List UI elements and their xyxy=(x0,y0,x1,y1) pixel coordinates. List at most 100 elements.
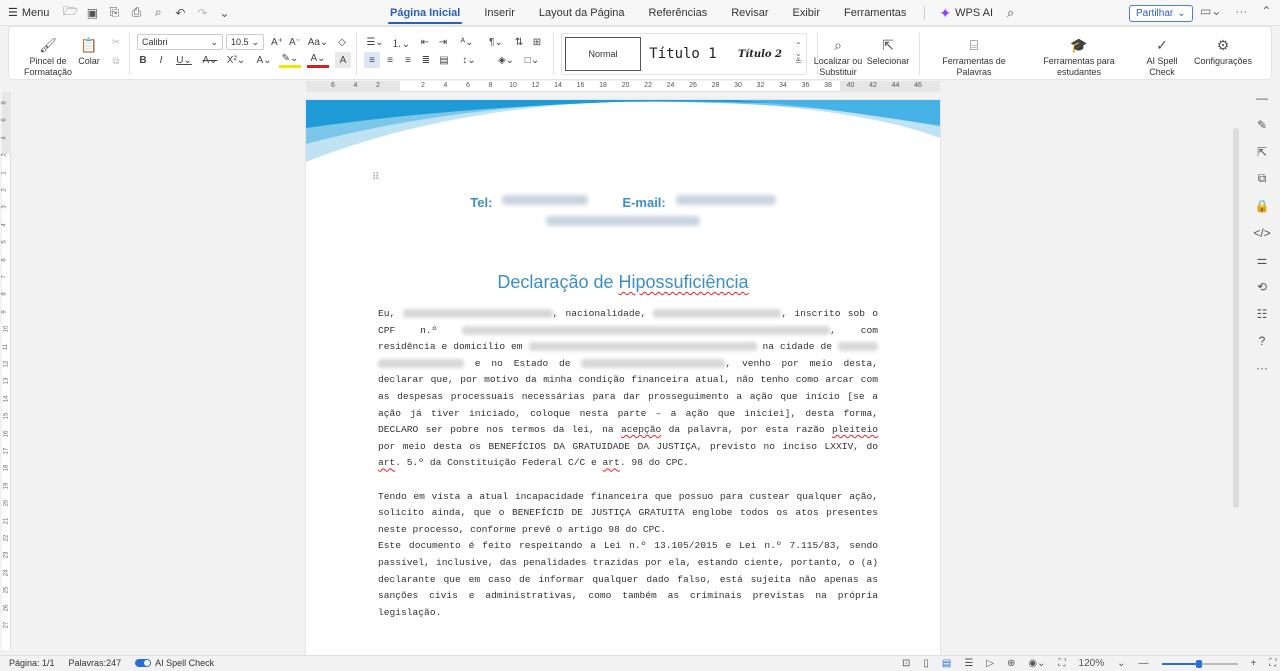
tab-view[interactable]: Exibir xyxy=(781,0,833,26)
zoom-value[interactable]: 120% xyxy=(1079,658,1105,669)
tab-references[interactable]: Referências xyxy=(637,0,720,26)
lock-icon[interactable]: 🔒 xyxy=(1252,196,1272,215)
paragraph-marks-icon[interactable]: ¶⌄ xyxy=(485,34,507,50)
sliders-icon[interactable]: ⚌ xyxy=(1252,250,1272,269)
scrollbar-thumb[interactable] xyxy=(1233,128,1239,508)
style-normal[interactable]: Normal xyxy=(565,37,641,71)
find-replace-button[interactable]: ⌕ Localizar ou Substituir xyxy=(813,36,863,78)
zoom-slider[interactable] xyxy=(1161,659,1238,668)
select-button[interactable]: ⇱ Selecionar xyxy=(863,36,913,67)
format-painter-button[interactable]: 🖌 Pincel de Formatação xyxy=(23,36,73,78)
zoom-out-icon[interactable]: — xyxy=(1139,658,1149,669)
underline-icon[interactable]: U⌄ xyxy=(173,52,195,68)
collapse-ribbon-icon[interactable]: ⌃ xyxy=(1261,4,1271,18)
zoom-in-icon[interactable]: + xyxy=(1251,658,1257,669)
line-spacing-icon[interactable]: ↕⌄ xyxy=(458,52,480,68)
paste-button[interactable]: 📋 Colar xyxy=(73,36,105,67)
sort-icon[interactable]: ⇅ xyxy=(511,34,527,50)
style-title-1[interactable]: Título 1 xyxy=(641,46,725,62)
code-icon[interactable]: </> xyxy=(1252,223,1272,242)
styles-scroll-icon[interactable]: ⌃ ⌄ ≚ xyxy=(795,42,802,66)
comment-icon[interactable]: ▭⌄ xyxy=(1200,4,1221,18)
font-color-icon[interactable]: A⌄ xyxy=(307,52,329,68)
focus-mode-icon[interactable]: ⊡ xyxy=(902,658,910,669)
menu-button[interactable]: ☰ Menu xyxy=(0,0,57,26)
redo-icon[interactable]: ↷ xyxy=(193,4,211,22)
vertical-ruler[interactable]: 8 6 4 2 1 2 3 4 5 6 7 8 9 10 11 12 13 14 15 16 17 18 19 20 21 22 2… xyxy=(2,92,11,650)
distributed-icon[interactable]: ▤ xyxy=(436,52,452,68)
bold-icon[interactable]: B xyxy=(135,52,151,68)
borders-icon[interactable]: □⌄ xyxy=(521,52,543,68)
minimize-icon[interactable]: — xyxy=(1252,88,1272,107)
drag-handle-icon[interactable]: ⠿ xyxy=(372,172,379,183)
horizontal-ruler[interactable]: 6 4 2 2 4 6 8 10 12 14 16 18 20 22 24 26 28 30 32 34 36 38 40 4… xyxy=(306,81,940,92)
align-center-icon[interactable]: ≡ xyxy=(382,52,398,68)
pen-icon[interactable]: ✎ xyxy=(1252,115,1272,134)
layers-icon[interactable]: ☷ xyxy=(1252,304,1272,323)
clip-icon[interactable]: ⧉ xyxy=(1252,169,1272,188)
superscript-icon[interactable]: X²⌄ xyxy=(225,52,247,68)
fit-page-icon[interactable]: ⛶ xyxy=(1059,658,1066,669)
clear-format-icon[interactable]: ◇ xyxy=(334,34,350,50)
strikethrough-icon[interactable]: A⌄ xyxy=(199,52,221,68)
undo-icon[interactable]: ↶ xyxy=(171,4,189,22)
shrink-font-icon[interactable]: A⁻ xyxy=(287,34,303,50)
open-folder-icon[interactable]: 🗁 xyxy=(61,4,79,22)
justify-icon[interactable]: ≣ xyxy=(418,52,434,68)
student-tools-button[interactable]: 🎓 Ferramentas para estudantes xyxy=(1027,36,1131,78)
print-icon[interactable]: ⎙ xyxy=(127,4,145,22)
tab-page-layout[interactable]: Layout da Página xyxy=(527,0,637,26)
decrease-indent-icon[interactable]: ⇤ xyxy=(417,34,433,50)
vertical-scrollbar[interactable] xyxy=(1232,82,1240,650)
save-icon[interactable]: ▣ xyxy=(83,4,101,22)
ai-spell-check-button[interactable]: ✓ AI Spell Check xyxy=(1134,36,1190,78)
page-count[interactable]: Página: 1/1 xyxy=(9,658,55,668)
shading-icon[interactable]: ◈⌄ xyxy=(495,52,517,68)
numbering-icon[interactable]: ⒈⌄ xyxy=(390,34,412,50)
read-mode-icon[interactable]: ▯ xyxy=(923,658,929,669)
text-direction-icon[interactable]: ᴬ⌄ xyxy=(456,34,478,50)
print-preview-icon[interactable]: ⌕ xyxy=(149,4,167,22)
cut-icon[interactable]: ✂ xyxy=(108,34,124,50)
increase-indent-icon[interactable]: ⇥ xyxy=(435,34,451,50)
eye-protection-icon[interactable]: ◉⌄ xyxy=(1028,658,1045,669)
more-icon[interactable]: ··· xyxy=(1235,4,1247,18)
change-case-icon[interactable]: Aa⌄ xyxy=(307,34,329,50)
bullets-icon[interactable]: ☰⌄ xyxy=(364,34,386,50)
web-layout-icon[interactable]: ⊕ xyxy=(1007,658,1015,669)
document-page[interactable]: ⠿ Tel: E-mail: Declaração de Hipossufici… xyxy=(306,100,940,660)
table-distribute-icon[interactable]: ⊞ xyxy=(529,34,545,50)
search-icon[interactable]: ⌕ xyxy=(1001,5,1020,21)
export-pdf-icon[interactable]: ⎘ xyxy=(105,4,123,22)
copy-icon[interactable]: ⧉ xyxy=(108,53,124,69)
fullscreen-icon[interactable]: ⛶ xyxy=(1269,658,1276,669)
more-dots-icon[interactable]: ··· xyxy=(1252,358,1272,377)
text-effect-icon[interactable]: A⌄ xyxy=(253,52,275,68)
highlight-icon[interactable]: ✎⌄ xyxy=(279,52,301,68)
print-layout-icon[interactable]: ▤ xyxy=(942,658,951,669)
share-button[interactable]: Partilhar ⌄ xyxy=(1129,5,1193,22)
grow-font-icon[interactable]: A⁺ xyxy=(269,34,285,50)
ai-spell-toggle[interactable] xyxy=(135,659,152,667)
chevron-down-icon[interactable]: ⌄ xyxy=(215,4,233,22)
tab-tools[interactable]: Ferramentas xyxy=(832,0,918,26)
history-icon[interactable]: ⟲ xyxy=(1252,277,1272,296)
align-left-icon[interactable]: ≡ xyxy=(364,52,380,68)
italic-icon[interactable]: I xyxy=(153,52,169,68)
settings-button[interactable]: ⚙ Configurações xyxy=(1193,36,1253,67)
play-icon[interactable]: ▷ xyxy=(986,658,994,669)
align-right-icon[interactable]: ≡ xyxy=(400,52,416,68)
tab-review[interactable]: Revisar xyxy=(719,0,780,26)
wps-ai-button[interactable]: ✦ WPS AI xyxy=(931,5,1001,22)
select-pointer-icon[interactable]: ⇱ xyxy=(1252,142,1272,161)
outline-view-icon[interactable]: ☰ xyxy=(964,658,973,669)
tab-home[interactable]: Página Inicial xyxy=(378,0,472,26)
font-size-select[interactable]: 10.5 ⌄ xyxy=(226,34,264,50)
style-title-2[interactable]: Título 2 xyxy=(725,49,795,60)
font-family-select[interactable]: Calibri ⌄ xyxy=(137,34,223,50)
char-shading-icon[interactable]: A xyxy=(335,52,351,68)
zoom-dropdown-icon[interactable]: ⌄ xyxy=(1117,658,1125,669)
word-tools-button[interactable]: ⌸ Ferramentas de Palavras xyxy=(925,36,1023,78)
word-count[interactable]: Palavras:247 xyxy=(69,658,122,668)
help-icon[interactable]: ? xyxy=(1252,331,1272,350)
